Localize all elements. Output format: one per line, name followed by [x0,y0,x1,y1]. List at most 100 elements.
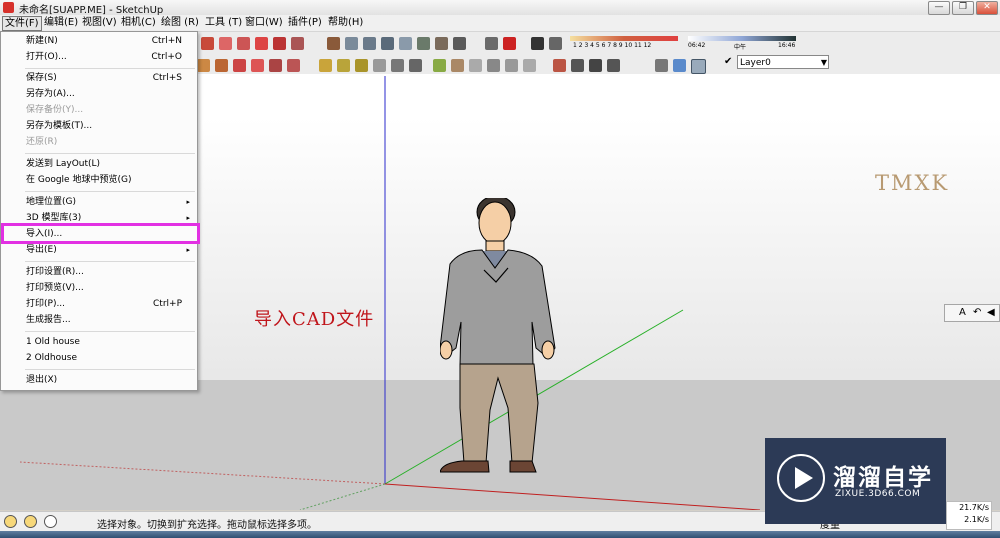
push-tool-icon[interactable] [215,59,228,72]
menu-help[interactable]: 帮助(H) [326,16,365,29]
subtract-icon[interactable] [435,37,448,50]
follow-me-icon[interactable] [345,37,358,50]
menu-item-print[interactable]: 打印(P)... Ctrl+P [2,297,196,312]
menu-item-save[interactable]: 保存(S) Ctrl+S [2,71,196,86]
rotate-tool-icon[interactable] [233,59,246,72]
geo-location-icon[interactable] [4,515,17,528]
protractor-icon[interactable] [355,59,368,72]
menu-window[interactable]: 窗口(W) [243,16,285,29]
credits-icon[interactable] [24,515,37,528]
polygon-tool-icon[interactable] [237,37,250,50]
red-axis [384,483,761,510]
scale-tool-icon[interactable] [269,59,282,72]
menu-tools[interactable]: 工具 (T) [203,16,244,29]
import-cad-caption: 导入CAD文件 [254,309,375,330]
side-panel: A ↶ ◀ [944,304,1000,322]
menu-separator [25,191,195,192]
menu-item-print-preview[interactable]: 打印预览(V)... [2,281,196,296]
zoom-icon[interactable] [469,59,482,72]
month-slider[interactable] [570,36,678,41]
menu-separator [25,261,195,262]
menu-item-send-to-layout[interactable]: 发送到 LayOut(L) [2,157,196,172]
menu-draw[interactable]: 绘图 (R) [159,16,201,29]
menu-item-preview-google-earth[interactable]: 在 Google 地球中预览(G) [2,173,196,188]
intersect-icon[interactable] [399,37,412,50]
red-axis-negative [19,461,386,485]
layer-name: Layer0 [740,58,771,68]
menu-item-open[interactable]: 打开(O)... Ctrl+O [2,50,196,65]
split-icon[interactable] [453,37,466,50]
eraser-tool-icon[interactable] [291,37,304,50]
time-end: 16:46 [778,42,796,49]
menu-view[interactable]: 视图(V) [80,16,119,29]
position-camera-icon[interactable] [553,59,566,72]
wireframe-icon[interactable] [691,59,706,74]
close-button[interactable]: ✕ [976,1,998,15]
offset-tool-icon[interactable] [287,59,300,72]
outer-shell-icon[interactable] [381,37,394,50]
tape-measure-icon[interactable] [319,59,332,72]
toolbar-row-2 [197,54,1000,76]
axes-tool-icon[interactable] [391,59,404,72]
orbit-icon[interactable] [433,59,446,72]
layer-dropdown[interactable]: Layer0 ▼ [737,55,829,69]
minimize-button[interactable]: — [928,1,950,15]
arc-tool-icon[interactable] [255,37,268,50]
push-pull-icon[interactable] [327,37,340,50]
network-speed-widget: 21.7K/s 2.1K/s [946,501,992,530]
look-around-icon[interactable] [571,59,584,72]
scale-figure [440,198,556,473]
menu-item-exit[interactable]: 退出(X) [2,373,196,388]
submenu-arrow-icon: ▸ [186,246,190,254]
collapse-icon[interactable]: ◀ [987,305,995,321]
previous-view-icon[interactable] [523,59,536,72]
menu-plugins[interactable]: 插件(P) [286,16,324,29]
rectangle-tool-icon[interactable] [201,37,214,50]
menu-item-geo-location[interactable]: 地理位置(G) ▸ [2,195,196,210]
circle-tool-icon[interactable] [219,37,232,50]
pan-icon[interactable] [451,59,464,72]
menu-item-save-as-template[interactable]: 另存为模板(T)... [2,119,196,134]
menu-file[interactable]: 文件(F) [2,16,42,31]
time-settings: 06:42 中午 16:46 [688,34,798,52]
x-ray-icon[interactable] [655,59,668,72]
ruby-console-icon[interactable] [485,37,498,50]
menu-edit[interactable]: 编辑(E) [42,16,80,29]
menu-item-recent-2[interactable]: 2 Oldhouse [2,351,196,366]
menu-item-generate-report[interactable]: 生成报告... [2,313,196,328]
follow-tool-icon[interactable] [251,59,264,72]
freehand-tool-icon[interactable] [273,37,286,50]
offset-icon[interactable] [363,37,376,50]
3d-text-icon[interactable] [409,59,422,72]
menu-camera[interactable]: 相机(C) [119,16,158,29]
play-logo-icon [777,454,825,502]
text-size-button[interactable]: A [959,305,966,321]
menu-item-new[interactable]: 新建(N) Ctrl+N [2,34,196,49]
menu-item-save-as[interactable]: 另存为(A)... [2,87,196,102]
zoom-extents-icon[interactable] [505,59,518,72]
menu-bar: 文件(F) 编辑(E) 视图(V) 相机(C) 绘图 (R) 工具 (T) 窗口… [0,15,1000,32]
section-plane-icon[interactable] [607,59,620,72]
shadow-toggle-icon[interactable] [531,37,544,50]
brand-url: ZIXUE.3D66.COM [835,489,921,499]
help-icon[interactable] [44,515,57,528]
fog-icon[interactable] [549,37,562,50]
time-slider[interactable] [688,36,796,41]
menu-item-export[interactable]: 导出(E) ▸ [2,243,196,258]
menu-item-print-setup[interactable]: 打印设置(R)... [2,265,196,280]
menu-item-recent-1[interactable]: 1 Old house [2,335,196,350]
time-mid: 中午 [734,44,747,51]
move-tool-icon[interactable] [197,59,210,72]
window-title: 未命名[SUAPP.ME] - SketchUp [19,5,164,16]
back-edges-icon[interactable] [673,59,686,72]
dimension-icon[interactable] [337,59,350,72]
union-icon[interactable] [417,37,430,50]
maximize-button[interactable]: ❐ [952,1,974,15]
windows-taskbar [0,531,1000,538]
walk-icon[interactable] [589,59,602,72]
suapp-icon[interactable] [503,37,516,50]
sketchup-app-icon [3,2,14,13]
text-tool-icon[interactable] [373,59,386,72]
zoom-window-icon[interactable] [487,59,500,72]
undo-icon[interactable]: ↶ [973,305,981,321]
